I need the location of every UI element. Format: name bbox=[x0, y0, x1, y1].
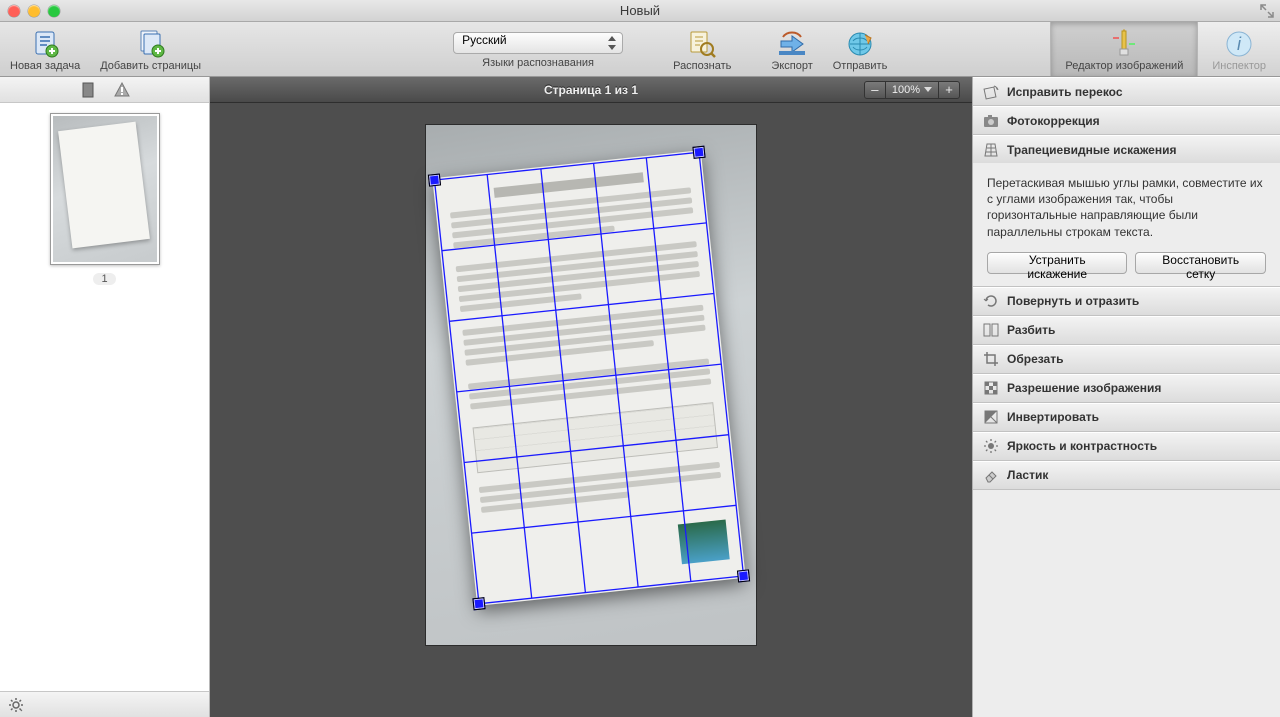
sidebar-header bbox=[0, 77, 209, 103]
gear-icon[interactable] bbox=[8, 697, 24, 713]
image-editor-tab[interactable]: Редактор изображений bbox=[1050, 22, 1197, 76]
resolution-icon bbox=[983, 380, 999, 396]
fullscreen-icon[interactable] bbox=[1260, 4, 1274, 18]
panel-split[interactable]: Разбить bbox=[973, 316, 1280, 345]
language-group: Русский Языки распознавания bbox=[441, 22, 635, 76]
page-indicator: Страница 1 из 1 bbox=[544, 83, 638, 97]
language-label: Языки распознавания bbox=[482, 57, 594, 69]
recognize-label: Распознать bbox=[673, 60, 731, 72]
zoom-in-button[interactable]: + bbox=[938, 81, 960, 99]
inspector-label: Инспектор bbox=[1212, 60, 1266, 72]
export-icon bbox=[776, 28, 808, 60]
panel-crop[interactable]: Обрезать bbox=[973, 345, 1280, 374]
zoom-display[interactable]: 100% bbox=[886, 81, 938, 99]
thumbnail-strip: 1 bbox=[0, 103, 209, 691]
add-pages-icon bbox=[135, 28, 167, 60]
panel-deskew[interactable]: Исправить перекос bbox=[973, 77, 1280, 106]
canvas-area: Страница 1 из 1 – 100% + bbox=[210, 77, 972, 717]
trapezoid-help-text: Перетаскивая мышью углы рамки, совместит… bbox=[987, 175, 1266, 240]
split-icon bbox=[983, 322, 999, 338]
panel-photo-correction[interactable]: Фотокоррекция bbox=[973, 106, 1280, 135]
panel-trapezoid-body: Перетаскивая мышью углы рамки, совместит… bbox=[973, 163, 1280, 286]
crop-icon bbox=[983, 351, 999, 367]
toolbar: Новая задача Добавить страницы Русский Я… bbox=[0, 22, 1280, 77]
new-task-label: Новая задача bbox=[10, 60, 80, 72]
canvas[interactable] bbox=[210, 103, 972, 717]
grid-handle-tl[interactable] bbox=[428, 174, 441, 187]
canvas-header: Страница 1 из 1 – 100% + bbox=[210, 77, 972, 103]
perspective-grid[interactable] bbox=[432, 151, 745, 607]
panel-resolution[interactable]: Разрешение изображения bbox=[973, 374, 1280, 403]
sidebar: 1 bbox=[0, 77, 210, 717]
grid-handle-tr[interactable] bbox=[692, 146, 705, 159]
image-editor-label: Редактор изображений bbox=[1065, 60, 1183, 72]
recognize-icon bbox=[686, 28, 718, 60]
window-controls bbox=[0, 5, 60, 17]
language-select[interactable]: Русский bbox=[453, 32, 623, 54]
rotate-icon bbox=[983, 293, 999, 309]
brightness-icon bbox=[983, 438, 999, 454]
right-panel: Исправить перекос Фотокоррекция Трапецие… bbox=[972, 77, 1280, 717]
panel-eraser[interactable]: Ластик bbox=[973, 461, 1280, 490]
zoom-out-button[interactable]: – bbox=[864, 81, 886, 99]
send-label: Отправить bbox=[833, 60, 888, 72]
scanned-image bbox=[426, 125, 756, 645]
thumbnail-number: 1 bbox=[93, 273, 115, 285]
zoom-window-button[interactable] bbox=[48, 5, 60, 17]
minimize-window-button[interactable] bbox=[28, 5, 40, 17]
deskew-icon bbox=[983, 84, 999, 100]
new-task-icon bbox=[29, 28, 61, 60]
add-pages-button[interactable]: Добавить страницы bbox=[90, 22, 211, 76]
image-editor-icon bbox=[1108, 28, 1140, 60]
panel-invert[interactable]: Инвертировать bbox=[973, 403, 1280, 432]
recognize-button[interactable]: Распознать bbox=[663, 22, 741, 76]
inspector-icon: i bbox=[1223, 28, 1255, 60]
window-title: Новый bbox=[620, 3, 660, 18]
invert-icon bbox=[983, 409, 999, 425]
inspector-tab[interactable]: i Инспектор bbox=[1197, 22, 1280, 76]
sidebar-footer bbox=[0, 691, 209, 717]
camera-icon bbox=[983, 113, 999, 129]
export-button[interactable]: Экспорт bbox=[761, 22, 822, 76]
send-icon bbox=[844, 28, 876, 60]
new-task-button[interactable]: Новая задача bbox=[0, 22, 90, 76]
zoom-controls: – 100% + bbox=[864, 81, 972, 99]
send-button[interactable]: Отправить bbox=[823, 22, 898, 76]
panel-rotate-flip[interactable]: Повернуть и отразить bbox=[973, 287, 1280, 316]
export-label: Экспорт bbox=[771, 60, 812, 72]
grid-handle-br[interactable] bbox=[737, 570, 750, 583]
panel-trapezoid: Трапециевидные искажения Перетаскивая мы… bbox=[973, 135, 1280, 287]
close-window-button[interactable] bbox=[8, 5, 20, 17]
eraser-icon bbox=[983, 467, 999, 483]
panel-brightness[interactable]: Яркость и контрастность bbox=[973, 432, 1280, 461]
page-thumbnail[interactable] bbox=[50, 113, 160, 265]
trapezoid-icon bbox=[983, 142, 999, 158]
panel-trapezoid-header[interactable]: Трапециевидные искажения bbox=[973, 135, 1280, 163]
warning-icon[interactable] bbox=[114, 82, 130, 98]
titlebar: Новый bbox=[0, 0, 1280, 22]
grid-handle-bl[interactable] bbox=[472, 598, 485, 611]
fix-distortion-button[interactable]: Устранить искажение bbox=[987, 252, 1127, 274]
reset-grid-button[interactable]: Восстановить сетку bbox=[1135, 252, 1266, 274]
page-icon[interactable] bbox=[80, 82, 96, 98]
add-pages-label: Добавить страницы bbox=[100, 60, 201, 72]
